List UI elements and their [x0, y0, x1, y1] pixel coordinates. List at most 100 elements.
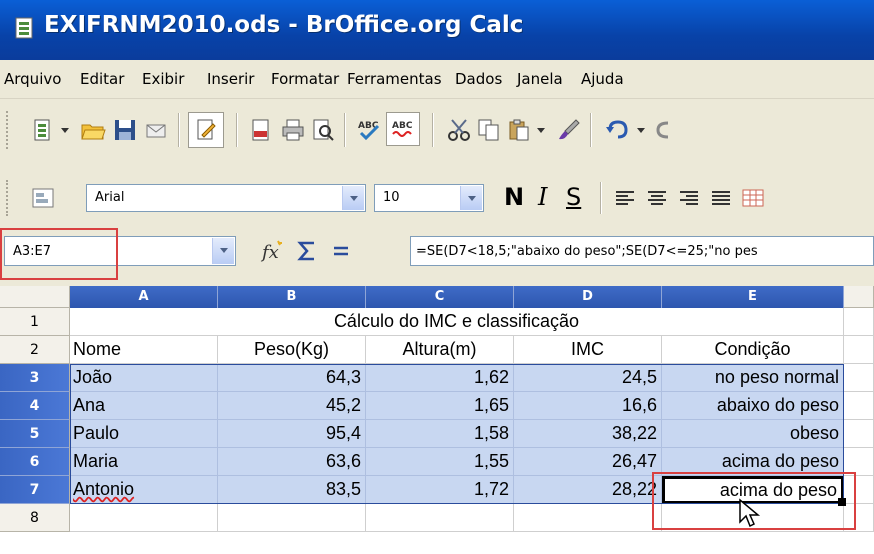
chevron-down-icon[interactable]: [212, 238, 234, 264]
row-header-8[interactable]: 8: [0, 504, 70, 532]
styles-formatting-icon[interactable]: [28, 183, 58, 213]
menu-inserir[interactable]: Inserir: [207, 70, 254, 88]
table-cell[interactable]: 1,62: [366, 364, 514, 392]
font-name-combo[interactable]: Arial: [86, 184, 366, 212]
autospellcheck-icon[interactable]: ABC: [386, 112, 420, 146]
table-cell[interactable]: obeso: [662, 420, 844, 448]
row-header-1[interactable]: 1: [0, 308, 70, 336]
page-preview-icon[interactable]: [308, 115, 338, 145]
menu-dados[interactable]: Dados: [455, 70, 502, 88]
table-cell[interactable]: abaixo do peso: [662, 392, 844, 420]
font-size-combo[interactable]: 10: [374, 184, 484, 212]
table-cell[interactable]: 64,3: [218, 364, 366, 392]
table-cell[interactable]: 24,5: [514, 364, 662, 392]
column-header-f[interactable]: [844, 286, 874, 308]
chevron-down-icon[interactable]: [342, 186, 364, 210]
cut-icon[interactable]: [444, 115, 474, 145]
redo-icon[interactable]: [654, 115, 674, 145]
table-cell[interactable]: Antonio: [70, 476, 218, 504]
title-cell[interactable]: Cálculo do IMC e classificação: [70, 308, 844, 336]
save-icon[interactable]: [110, 115, 140, 145]
cell-e2[interactable]: Condição: [662, 336, 844, 364]
row-header-4[interactable]: 4: [0, 392, 70, 420]
cell-b2[interactable]: Peso(Kg): [218, 336, 366, 364]
column-header-c[interactable]: C: [366, 286, 514, 308]
column-header-e[interactable]: E: [662, 286, 844, 308]
open-folder-icon[interactable]: [78, 115, 108, 145]
chevron-down-icon[interactable]: [634, 115, 648, 145]
column-header-a[interactable]: A: [70, 286, 218, 308]
email-icon[interactable]: [142, 115, 172, 145]
table-cell[interactable]: 95,4: [218, 420, 366, 448]
table-cell[interactable]: Ana: [70, 392, 218, 420]
table-cell[interactable]: 1,72: [366, 476, 514, 504]
cell-d8[interactable]: [514, 504, 662, 532]
table-cell[interactable]: 16,6: [514, 392, 662, 420]
menu-formatar[interactable]: Formatar: [271, 70, 339, 88]
cell-f1[interactable]: [844, 308, 874, 336]
table-cell[interactable]: 63,6: [218, 448, 366, 476]
row-header-6[interactable]: 6: [0, 448, 70, 476]
table-cell[interactable]: 1,65: [366, 392, 514, 420]
table-cell[interactable]: 38,22: [514, 420, 662, 448]
edit-file-icon[interactable]: [188, 112, 224, 148]
menu-ajuda[interactable]: Ajuda: [581, 70, 624, 88]
equals-icon[interactable]: [326, 236, 356, 266]
chevron-down-icon[interactable]: [58, 115, 72, 145]
table-cell[interactable]: acima do peso: [662, 448, 844, 476]
column-header-d[interactable]: D: [514, 286, 662, 308]
merge-cells-icon[interactable]: [738, 183, 768, 213]
export-pdf-icon[interactable]: [246, 115, 276, 145]
menu-janela[interactable]: Janela: [517, 70, 563, 88]
new-document-icon[interactable]: [28, 115, 58, 145]
cell-f3[interactable]: [844, 364, 874, 392]
cell-f5[interactable]: [844, 420, 874, 448]
underline-button[interactable]: S: [566, 183, 581, 211]
print-icon[interactable]: [278, 115, 308, 145]
cell-f8[interactable]: [844, 504, 874, 532]
function-wizard-icon[interactable]: fx: [258, 236, 288, 266]
table-cell[interactable]: Paulo: [70, 420, 218, 448]
column-header-b[interactable]: B: [218, 286, 366, 308]
table-cell[interactable]: 26,47: [514, 448, 662, 476]
table-cell[interactable]: no peso normal: [662, 364, 844, 392]
toolbar-grip[interactable]: [6, 180, 11, 216]
cell-f7[interactable]: [844, 476, 874, 504]
row-header-5[interactable]: 5: [0, 420, 70, 448]
align-center-icon[interactable]: [642, 183, 672, 213]
table-cell[interactable]: Maria: [70, 448, 218, 476]
cell-f4[interactable]: [844, 392, 874, 420]
toolbar-grip[interactable]: [6, 111, 11, 149]
cell-f6[interactable]: [844, 448, 874, 476]
italic-button[interactable]: I: [538, 183, 547, 211]
cell-c8[interactable]: [366, 504, 514, 532]
row-header-7[interactable]: 7: [0, 476, 70, 504]
cell-f2[interactable]: [844, 336, 874, 364]
align-left-icon[interactable]: [610, 183, 640, 213]
cell-a2[interactable]: Nome: [70, 336, 218, 364]
chevron-down-icon[interactable]: [460, 186, 482, 210]
table-cell[interactable]: 1,55: [366, 448, 514, 476]
table-cell[interactable]: João: [70, 364, 218, 392]
table-cell[interactable]: 1,58: [366, 420, 514, 448]
format-paintbrush-icon[interactable]: [554, 115, 584, 145]
table-cell[interactable]: 28,22: [514, 476, 662, 504]
menu-arquivo[interactable]: Arquivo: [4, 70, 61, 88]
formula-input[interactable]: =SE(D7<18,5;"abaixo do peso";SE(D7<=25;"…: [410, 236, 874, 266]
bold-button[interactable]: N: [504, 183, 524, 211]
row-header-3[interactable]: 3: [0, 364, 70, 392]
align-right-icon[interactable]: [674, 183, 704, 213]
cell-c2[interactable]: Altura(m): [366, 336, 514, 364]
cell-a8[interactable]: [70, 504, 218, 532]
row-header-2[interactable]: 2: [0, 336, 70, 364]
menu-exibir[interactable]: Exibir: [142, 70, 184, 88]
sum-icon[interactable]: [292, 236, 322, 266]
chevron-down-icon[interactable]: [534, 115, 548, 145]
table-cell[interactable]: 45,2: [218, 392, 366, 420]
table-cell[interactable]: 83,5: [218, 476, 366, 504]
menu-ferramentas[interactable]: Ferramentas: [347, 70, 442, 88]
cell-d2[interactable]: IMC: [514, 336, 662, 364]
paste-icon[interactable]: [504, 115, 534, 145]
cell-b8[interactable]: [218, 504, 366, 532]
fill-handle[interactable]: [838, 498, 846, 506]
